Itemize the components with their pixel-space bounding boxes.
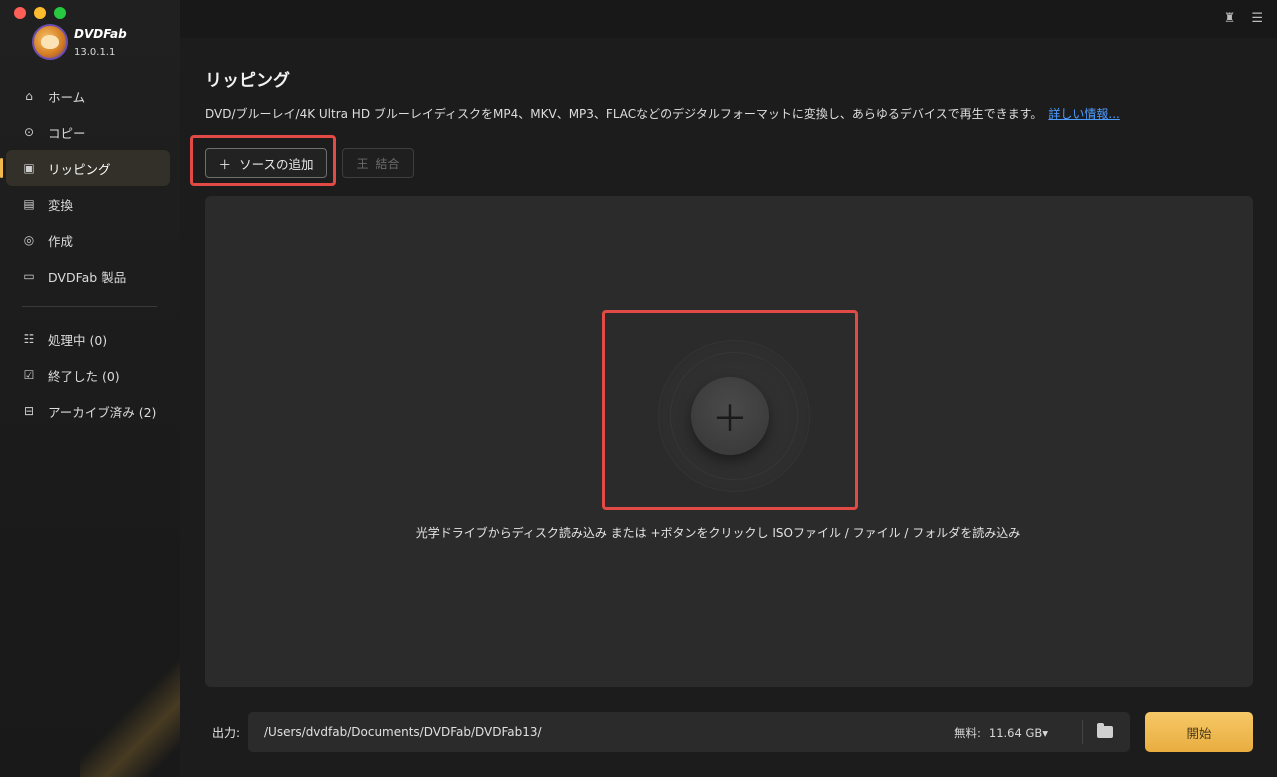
sidebar-item-label: ホーム	[48, 89, 86, 105]
window-controls	[14, 7, 66, 19]
theme-icon[interactable]: ♜	[1224, 11, 1236, 26]
dropdown-caret-icon: ▾	[1042, 726, 1049, 740]
app-version: 13.0.1.1	[74, 46, 116, 58]
sidebar-item-label: DVDFab 製品	[48, 269, 127, 285]
add-source-label: ソースの追加	[239, 156, 314, 172]
plus-icon: ＋	[218, 156, 232, 172]
archive-icon: ⊟	[23, 404, 35, 418]
start-button[interactable]: 開始	[1145, 712, 1253, 752]
drop-hint-text: 光学ドライブからディスク読み込み または +ボタンをクリックし ISOファイル …	[415, 526, 1021, 540]
sidebar-item-copy[interactable]: ⊙ コピー	[6, 114, 170, 150]
merge-icon: 王	[356, 156, 369, 171]
sidebar-item-label: 処理中 (0)	[48, 332, 108, 348]
sidebar-item-label: 終了した (0)	[48, 368, 120, 384]
free-space[interactable]: 無料: 11.64 GB▾	[954, 725, 1048, 741]
sidebar-divider	[22, 306, 157, 307]
sidebar-item-ripper[interactable]: ▣ リッピング	[0, 150, 170, 186]
plus-button-highlight	[602, 310, 858, 510]
app-logo: DVDFab 13.0.1.1	[32, 24, 127, 60]
ripper-icon: ▣	[23, 161, 35, 175]
add-source-button[interactable]: ＋ ソースの追加	[205, 148, 327, 178]
processing-icon: ☷	[23, 332, 35, 346]
sidebar-item-label: 作成	[48, 233, 74, 249]
menu-icon[interactable]: ☰	[1251, 11, 1263, 26]
products-icon: ▭	[23, 269, 35, 283]
folder-icon	[1097, 723, 1113, 738]
sidebar-item-processing[interactable]: ☷ 処理中 (0)	[6, 321, 170, 357]
output-label: 出力:	[212, 726, 241, 740]
sidebar-item-label: リッピング	[48, 161, 111, 177]
drop-hint: 光学ドライブからディスク読み込み または +ボタンをクリックし ISOファイル …	[180, 524, 1277, 541]
sidebar-item-convert[interactable]: ▤ 変換	[6, 186, 170, 222]
sidebar: DVDFab 13.0.1.1 ⌂ ホーム ⊙ コピー ▣ リッピング ▤ 変換…	[0, 0, 180, 777]
sidebar-decoration	[80, 637, 180, 777]
dvdfab-logo-icon	[32, 24, 68, 60]
main-panel: ♜ ☰ リッピング DVD/ブルーレイ/4K Ultra HD ブルーレイディス…	[180, 0, 1277, 777]
merge-button[interactable]: 王 結合	[342, 148, 414, 178]
sidebar-item-label: コピー	[48, 125, 86, 141]
convert-icon: ▤	[23, 197, 35, 211]
merge-label: 結合	[375, 156, 400, 171]
sidebar-item-label: アーカイブ済み (2)	[48, 404, 157, 420]
home-icon: ⌂	[25, 89, 33, 103]
free-space-value: 11.64 GB	[988, 726, 1043, 740]
output-path-field[interactable]: /Users/dvdfab/Documents/DVDFab/DVDFab13/…	[248, 712, 1130, 752]
more-info-link[interactable]: 詳しい情報...	[1048, 107, 1119, 121]
sidebar-item-home[interactable]: ⌂ ホーム	[6, 78, 170, 114]
description-text: DVD/ブルーレイ/4K Ultra HD ブルーレイディスクをMP4、MKV、…	[205, 107, 1043, 121]
sidebar-item-creator[interactable]: ◎ 作成	[6, 222, 170, 258]
sidebar-item-archived[interactable]: ⊟ アーカイブ済み (2)	[6, 393, 170, 429]
main-nav: ⌂ ホーム ⊙ コピー ▣ リッピング ▤ 変換 ◎ 作成 ▭ DVDFab 製…	[0, 78, 170, 294]
browse-folder-button[interactable]	[1094, 722, 1116, 742]
sidebar-item-label: 変換	[48, 197, 74, 213]
page-description: DVD/ブルーレイ/4K Ultra HD ブルーレイディスクをMP4、MKV、…	[205, 105, 1120, 122]
creator-icon: ◎	[23, 233, 35, 247]
sidebar-item-products[interactable]: ▭ DVDFab 製品	[6, 258, 170, 294]
zoom-window-button[interactable]	[54, 7, 66, 19]
minimize-window-button[interactable]	[34, 7, 46, 19]
sidebar-item-finished[interactable]: ☑ 終了した (0)	[6, 357, 170, 393]
output-path: /Users/dvdfab/Documents/DVDFab/DVDFab13/	[264, 725, 542, 739]
page-title: リッピング	[205, 71, 290, 91]
output-separator	[1082, 720, 1083, 744]
close-window-button[interactable]	[14, 7, 26, 19]
app-name: DVDFab	[74, 26, 127, 41]
queue-nav: ☷ 処理中 (0) ☑ 終了した (0) ⊟ アーカイブ済み (2)	[6, 321, 170, 429]
title-bar: ♜ ☰	[180, 0, 1277, 38]
copy-icon: ⊙	[23, 125, 35, 139]
finished-icon: ☑	[23, 368, 35, 382]
free-space-label: 無料:	[954, 726, 981, 740]
